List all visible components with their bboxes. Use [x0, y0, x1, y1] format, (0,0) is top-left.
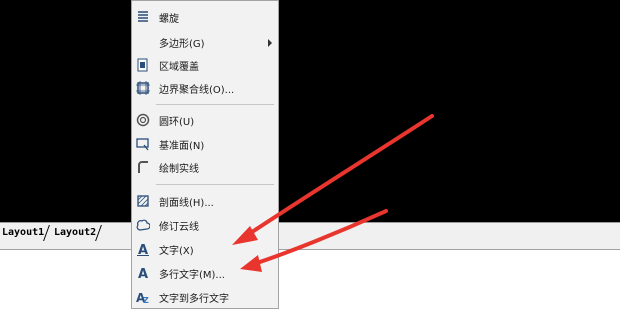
boundary-icon	[135, 80, 151, 96]
menu-item-label: 螺旋	[159, 14, 179, 25]
menu-separator	[156, 104, 274, 105]
helix-icon	[135, 9, 151, 25]
submenu-arrow-icon	[268, 39, 272, 47]
polygon-icon	[135, 34, 151, 50]
svg-text:Z: Z	[143, 296, 149, 304]
menu-item-donut[interactable]: 圆环(U)	[132, 109, 278, 131]
menu-item-text-to-mtext[interactable]: AZ 文字到多行文字	[132, 286, 278, 308]
menu-separator	[156, 184, 274, 185]
menu-item-label: 多边形(G)	[159, 39, 205, 50]
menu-item-polygon[interactable]: 多边形(G)	[132, 31, 278, 53]
text-to-mtext-icon: AZ	[135, 289, 151, 305]
menu-item-label: 剖面线(H)...	[159, 198, 214, 209]
donut-icon	[135, 112, 151, 128]
menu-item-label: 多行文字(M)...	[159, 270, 225, 281]
wipeout-icon	[135, 57, 151, 73]
menu-item-mtext[interactable]: A 多行文字(M)...	[132, 262, 278, 284]
tab-layout2[interactable]: Layout2	[54, 227, 96, 238]
menu-item-datum-plane[interactable]: 基准面(N)	[132, 133, 278, 155]
svg-text:A: A	[138, 267, 148, 280]
hatch-icon	[135, 193, 151, 209]
draw-solid-icon	[135, 159, 151, 175]
mtext-icon: A	[135, 265, 151, 281]
revision-cloud-icon	[135, 217, 151, 233]
drawing-canvas[interactable]	[0, 0, 620, 222]
menu-item-label: 圆环(U)	[159, 117, 195, 128]
menu-item-label: 边界聚合线(O)...	[159, 85, 235, 96]
menu-item-helix[interactable]: 螺旋	[132, 6, 278, 28]
command-area	[0, 250, 620, 309]
menu-item-label: 区域覆盖	[159, 62, 199, 73]
datum-plane-icon	[135, 136, 151, 152]
layout-tabs-bar: Layout1 Layout2	[0, 222, 620, 250]
menu-item-label: 基准面(N)	[159, 141, 205, 152]
menu-item-draw-solid[interactable]: 绘制实线	[132, 156, 278, 178]
menu-item-revision-cloud[interactable]: 修订云线	[132, 214, 278, 236]
menu-item-text[interactable]: A 文字(X)	[132, 238, 278, 260]
draw-dropdown-menu: 螺旋 多边形(G) 区域覆盖 边界聚合线(O)... 圆环(U) 基准面(N) …	[131, 0, 279, 309]
menu-item-label: 修订云线	[159, 222, 199, 233]
menu-item-wipeout[interactable]: 区域覆盖	[132, 54, 278, 76]
menu-item-boundary[interactable]: 边界聚合线(O)...	[132, 77, 278, 99]
menu-item-label: 绘制实线	[159, 164, 199, 175]
svg-text:A: A	[138, 243, 148, 256]
text-icon: A	[135, 241, 151, 257]
menu-item-label: 文字(X)	[159, 246, 194, 257]
menu-item-label: 文字到多行文字	[159, 294, 229, 305]
tab-layout1[interactable]: Layout1	[2, 227, 44, 238]
menu-item-hatch[interactable]: 剖面线(H)...	[132, 190, 278, 212]
